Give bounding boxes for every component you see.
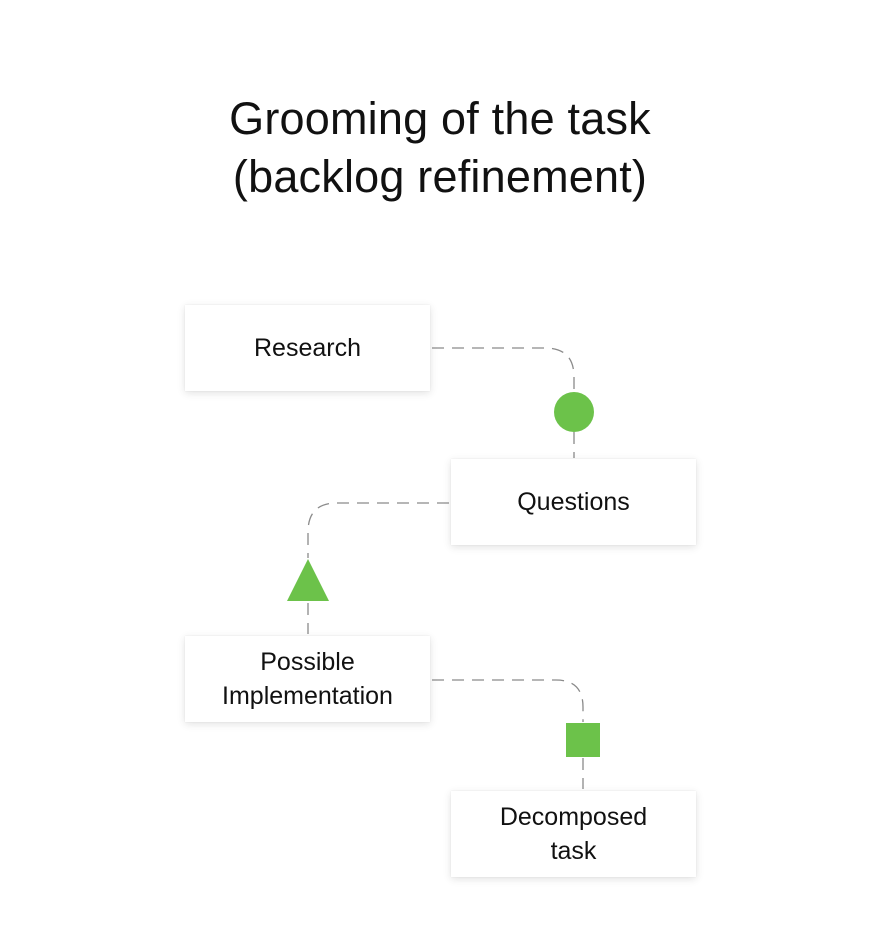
- step-box-questions: Questions: [451, 459, 696, 545]
- green-circle-marker: [554, 392, 594, 432]
- step-label-possible-implementation: Possible Implementation: [222, 645, 393, 713]
- step-box-possible-implementation: Possible Implementation: [185, 636, 430, 722]
- green-square-marker: [566, 723, 600, 757]
- step-box-decomposed-task: Decomposed task: [451, 791, 696, 877]
- step-label-questions: Questions: [517, 488, 630, 516]
- connector-questions-to-implementation: [307, 502, 449, 558]
- connector-research-to-questions: [432, 347, 575, 398]
- connector-implementation-to-decomposed: [432, 679, 584, 722]
- step-label-research: Research: [254, 334, 361, 362]
- step-label-decomposed-task-line-2: task: [550, 837, 597, 865]
- green-triangle-marker: [287, 559, 329, 601]
- diagram-title-line-2: (backlog refinement): [232, 151, 648, 202]
- step-label-possible-implementation-line-2: Implementation: [222, 682, 393, 710]
- step-box-research: Research: [185, 305, 430, 391]
- diagram-title-line-1: Grooming of the task: [229, 93, 651, 144]
- step-label-decomposed-task: Decomposed task: [500, 800, 647, 868]
- step-label-decomposed-task-line-1: Decomposed: [499, 803, 648, 831]
- step-label-possible-implementation-line-1: Possible: [260, 648, 355, 676]
